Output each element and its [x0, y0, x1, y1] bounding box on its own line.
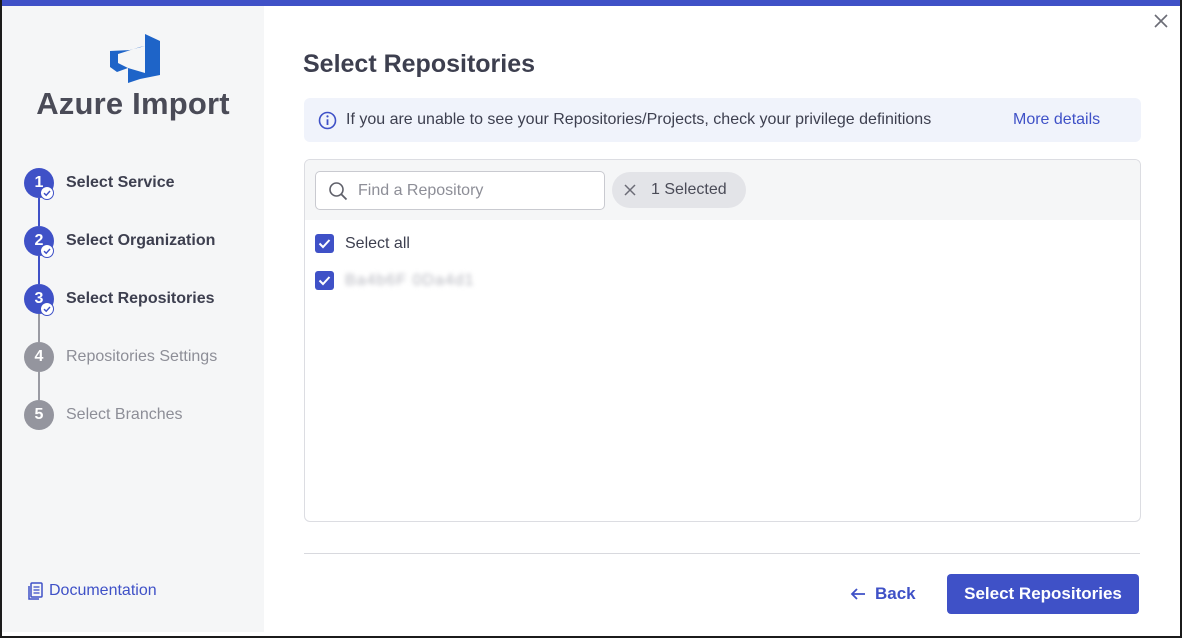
- select-repositories-button[interactable]: Select Repositories: [947, 574, 1139, 614]
- search-icon: [329, 182, 348, 201]
- clear-selection-icon[interactable]: [623, 183, 637, 197]
- info-icon: [318, 111, 337, 130]
- step-label: Select Repositories: [66, 290, 215, 307]
- step-number: 5: [24, 400, 54, 430]
- repository-checkbox[interactable]: [315, 271, 334, 290]
- page-title: Select Repositories: [303, 50, 536, 78]
- search-input[interactable]: [358, 180, 593, 202]
- step-connector: [38, 314, 40, 342]
- step-label: Repositories Settings: [66, 348, 218, 365]
- selected-count-label: 1 Selected: [651, 181, 727, 198]
- step-connector: [38, 372, 40, 400]
- list-item[interactable]: Ba4b6F 0Da4d1: [315, 270, 1115, 292]
- repository-list-panel: 1 Selected Select all Ba4b6F 0Da4d1: [304, 159, 1141, 522]
- select-all-row[interactable]: Select all: [315, 233, 1115, 255]
- step-label: Select Service: [66, 174, 175, 191]
- document-icon: [28, 582, 43, 600]
- more-details-link[interactable]: More details: [1013, 111, 1100, 129]
- app-title: Azure Import: [36, 86, 230, 121]
- step-select-branches: 5 Select Branches: [24, 400, 254, 430]
- step-label: Select Organization: [66, 232, 216, 249]
- documentation-label: Documentation: [49, 582, 157, 599]
- step-check-icon: [40, 302, 54, 316]
- back-button[interactable]: Back: [850, 578, 930, 610]
- back-label: Back: [875, 584, 916, 603]
- info-text: If you are unable to see your Repositori…: [346, 111, 932, 128]
- step-check-icon: [40, 186, 54, 200]
- selected-count-chip: 1 Selected: [612, 172, 746, 208]
- step-select-repositories[interactable]: 3 Select Repositories: [24, 284, 254, 316]
- azure-import-dialog: Azure Import 1 Select Service 2 Select O…: [0, 0, 1182, 638]
- step-label: Select Branches: [66, 406, 183, 423]
- step-select-service[interactable]: 1 Select Service: [24, 168, 254, 200]
- footer-divider: [304, 553, 1140, 554]
- step-connector: [38, 256, 40, 284]
- azure-devops-logo-icon: [110, 34, 160, 83]
- info-banner: If you are unable to see your Repositori…: [304, 98, 1141, 142]
- step-check-icon: [40, 244, 54, 258]
- step-number: 4: [24, 342, 54, 372]
- step-repositories-settings: 4 Repositories Settings: [24, 342, 254, 372]
- arrow-left-icon: [850, 588, 865, 600]
- repository-list-header: 1 Selected: [305, 160, 1140, 220]
- documentation-link[interactable]: Documentation: [28, 582, 157, 600]
- search-box: [315, 171, 605, 210]
- close-icon[interactable]: [1152, 12, 1170, 30]
- step-connector: [38, 198, 40, 226]
- select-all-checkbox[interactable]: [315, 234, 334, 253]
- repository-name: Ba4b6F 0Da4d1: [345, 272, 475, 289]
- select-all-label: Select all: [345, 235, 410, 252]
- wizard-sidebar: Azure Import 1 Select Service 2 Select O…: [2, 6, 264, 632]
- step-select-organization[interactable]: 2 Select Organization: [24, 226, 254, 258]
